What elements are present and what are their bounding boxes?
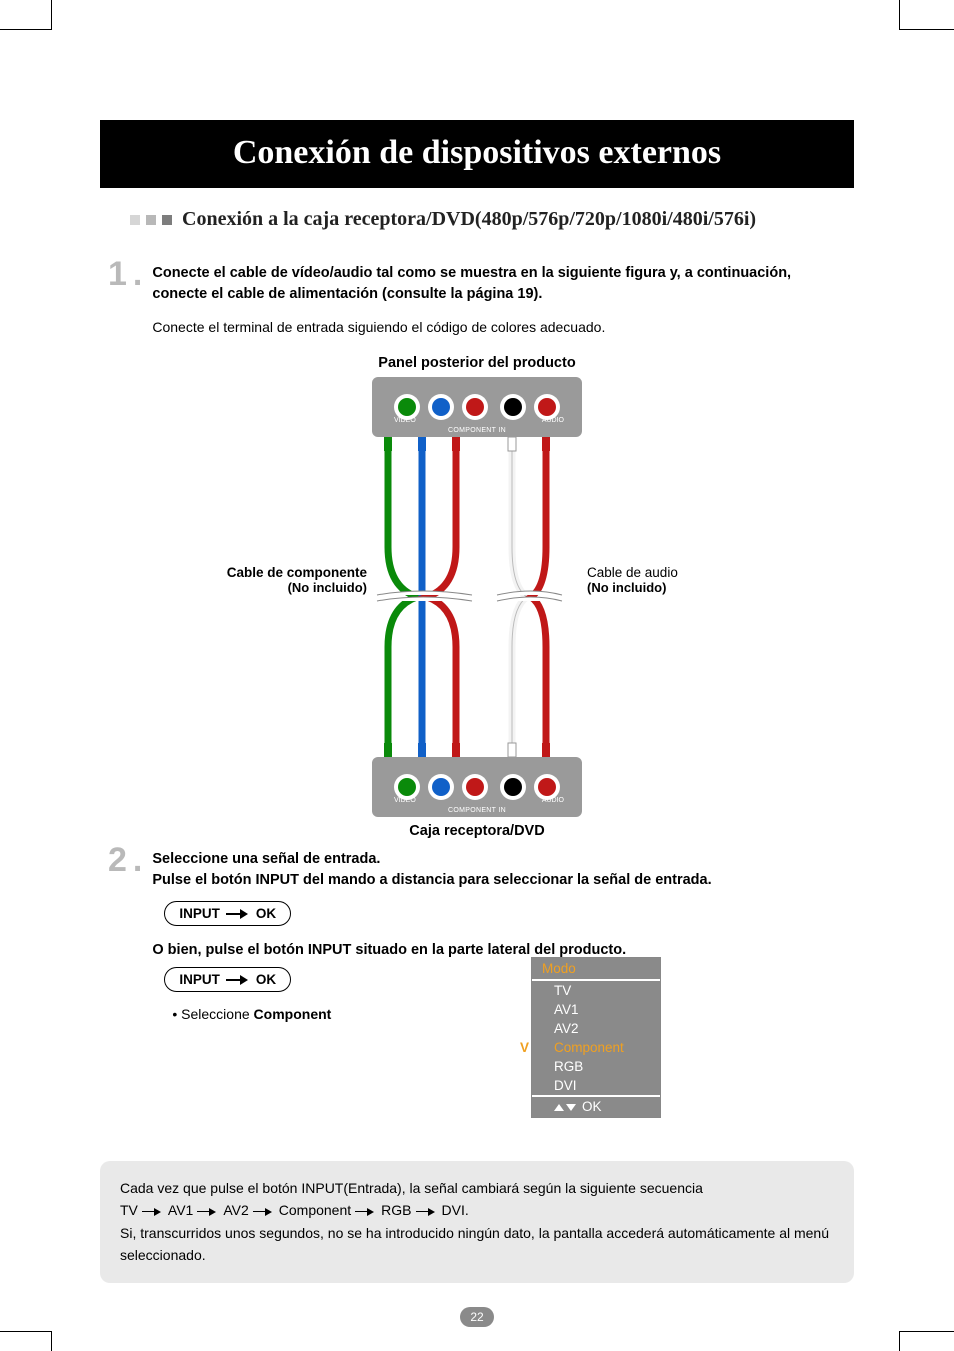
video-label: VIDEO (394, 797, 416, 804)
ok-label: OK (256, 906, 276, 921)
connection-diagram: VIDEO AUDIO COMPONENT IN (192, 377, 762, 817)
step-1: 1 . Conecte el cable de vídeo/audio tal … (100, 257, 854, 345)
audio-label: AUDIO (542, 417, 564, 424)
input-label: INPUT (179, 972, 220, 987)
step2-line1: Seleccione una señal de entrada. (152, 849, 846, 870)
modo-title: Modo (532, 958, 660, 981)
bullet-square-icon (162, 215, 172, 225)
component-pr-port (462, 394, 488, 420)
section-subtitle: Conexión a la caja receptora/DVD(480p/57… (182, 208, 756, 231)
bullet-square-icon (130, 215, 140, 225)
note-line1: Cada vez que pulse el botón INPUT(Entrad… (120, 1177, 834, 1199)
triangle-up-icon (554, 1104, 564, 1111)
top-panel-label: Panel posterior del producto (100, 355, 854, 371)
step1-note: Conecte el terminal de entrada siguiendo… (152, 319, 846, 335)
step2-line2: Pulse el botón INPUT del mando a distanc… (152, 870, 846, 891)
sequence-item: TV (120, 1202, 138, 1218)
component-pb-port (428, 774, 454, 800)
step1-instruction: Conecte el cable de vídeo/audio tal como… (152, 263, 846, 305)
step-number: 1 (108, 257, 127, 291)
ok-label: OK (256, 972, 276, 987)
modo-item: Component (532, 1038, 660, 1057)
sequence-item: DVI. (442, 1202, 469, 1218)
modo-item: AV1 (532, 1000, 660, 1019)
arrow-right-icon (253, 1208, 275, 1216)
arrow-right-icon (197, 1208, 219, 1216)
audio-label: AUDIO (542, 797, 564, 804)
step-number: 2 (108, 843, 127, 877)
modo-item: DVI (532, 1076, 660, 1095)
sequence-item: RGB (381, 1202, 411, 1218)
modo-item: RGB (532, 1057, 660, 1076)
note-line2: Si, transcurridos unos segundos, no se h… (120, 1222, 834, 1267)
arrow-right-icon (226, 910, 250, 918)
cables-illustration (372, 437, 582, 757)
product-rear-panel: VIDEO AUDIO COMPONENT IN (372, 377, 582, 437)
step-2: 2 . Seleccione una señal de entrada. Pul… (100, 843, 854, 1147)
video-label: VIDEO (394, 417, 416, 424)
bottom-device-label: Caja receptora/DVD (100, 823, 854, 839)
dvd-device-panel: VIDEO AUDIO COMPONENT IN (372, 757, 582, 817)
subtitle-row: Conexión a la caja receptora/DVD(480p/57… (100, 208, 854, 231)
step-dot: . (133, 843, 142, 877)
triangle-down-icon (566, 1104, 576, 1111)
arrow-right-icon (355, 1208, 377, 1216)
modo-item: TV (532, 981, 660, 1000)
input-label: INPUT (179, 906, 220, 921)
arrow-right-icon (416, 1208, 438, 1216)
arrow-right-icon (226, 976, 250, 984)
component-in-label: COMPONENT IN (372, 427, 582, 434)
component-cable-label: Cable de componente (No incluido) (192, 565, 367, 595)
input-sequence: TV AV1 AV2 Component RGB DVI. (120, 1199, 834, 1221)
modo-menu: Modo TVAV1AV2ComponentRGBDVI OK (531, 957, 661, 1118)
modo-item: AV2 (532, 1019, 660, 1038)
sequence-item: AV1 (168, 1202, 193, 1218)
sequence-item: AV2 (223, 1202, 248, 1218)
sequence-item: Component (279, 1202, 351, 1218)
info-note-box: Cada vez que pulse el botón INPUT(Entrad… (100, 1161, 854, 1283)
audio-l-port (500, 394, 526, 420)
component-in-label: COMPONENT IN (372, 807, 582, 814)
arrow-right-icon (142, 1208, 164, 1216)
bullet-square-icon (146, 215, 156, 225)
page-number: 22 (460, 1307, 494, 1327)
input-ok-pill: INPUT OK (164, 967, 291, 992)
audio-cable-label: Cable de audio (No incluido) (587, 565, 762, 595)
component-pb-port (428, 394, 454, 420)
modo-footer: OK (532, 1095, 660, 1117)
step-dot: . (133, 257, 142, 291)
select-component-line: • Seleccione Component (152, 1006, 331, 1022)
input-ok-pill: INPUT OK (164, 901, 291, 926)
page-title: Conexión de dispositivos externos (100, 120, 854, 188)
component-pr-port (462, 774, 488, 800)
audio-l-port (500, 774, 526, 800)
